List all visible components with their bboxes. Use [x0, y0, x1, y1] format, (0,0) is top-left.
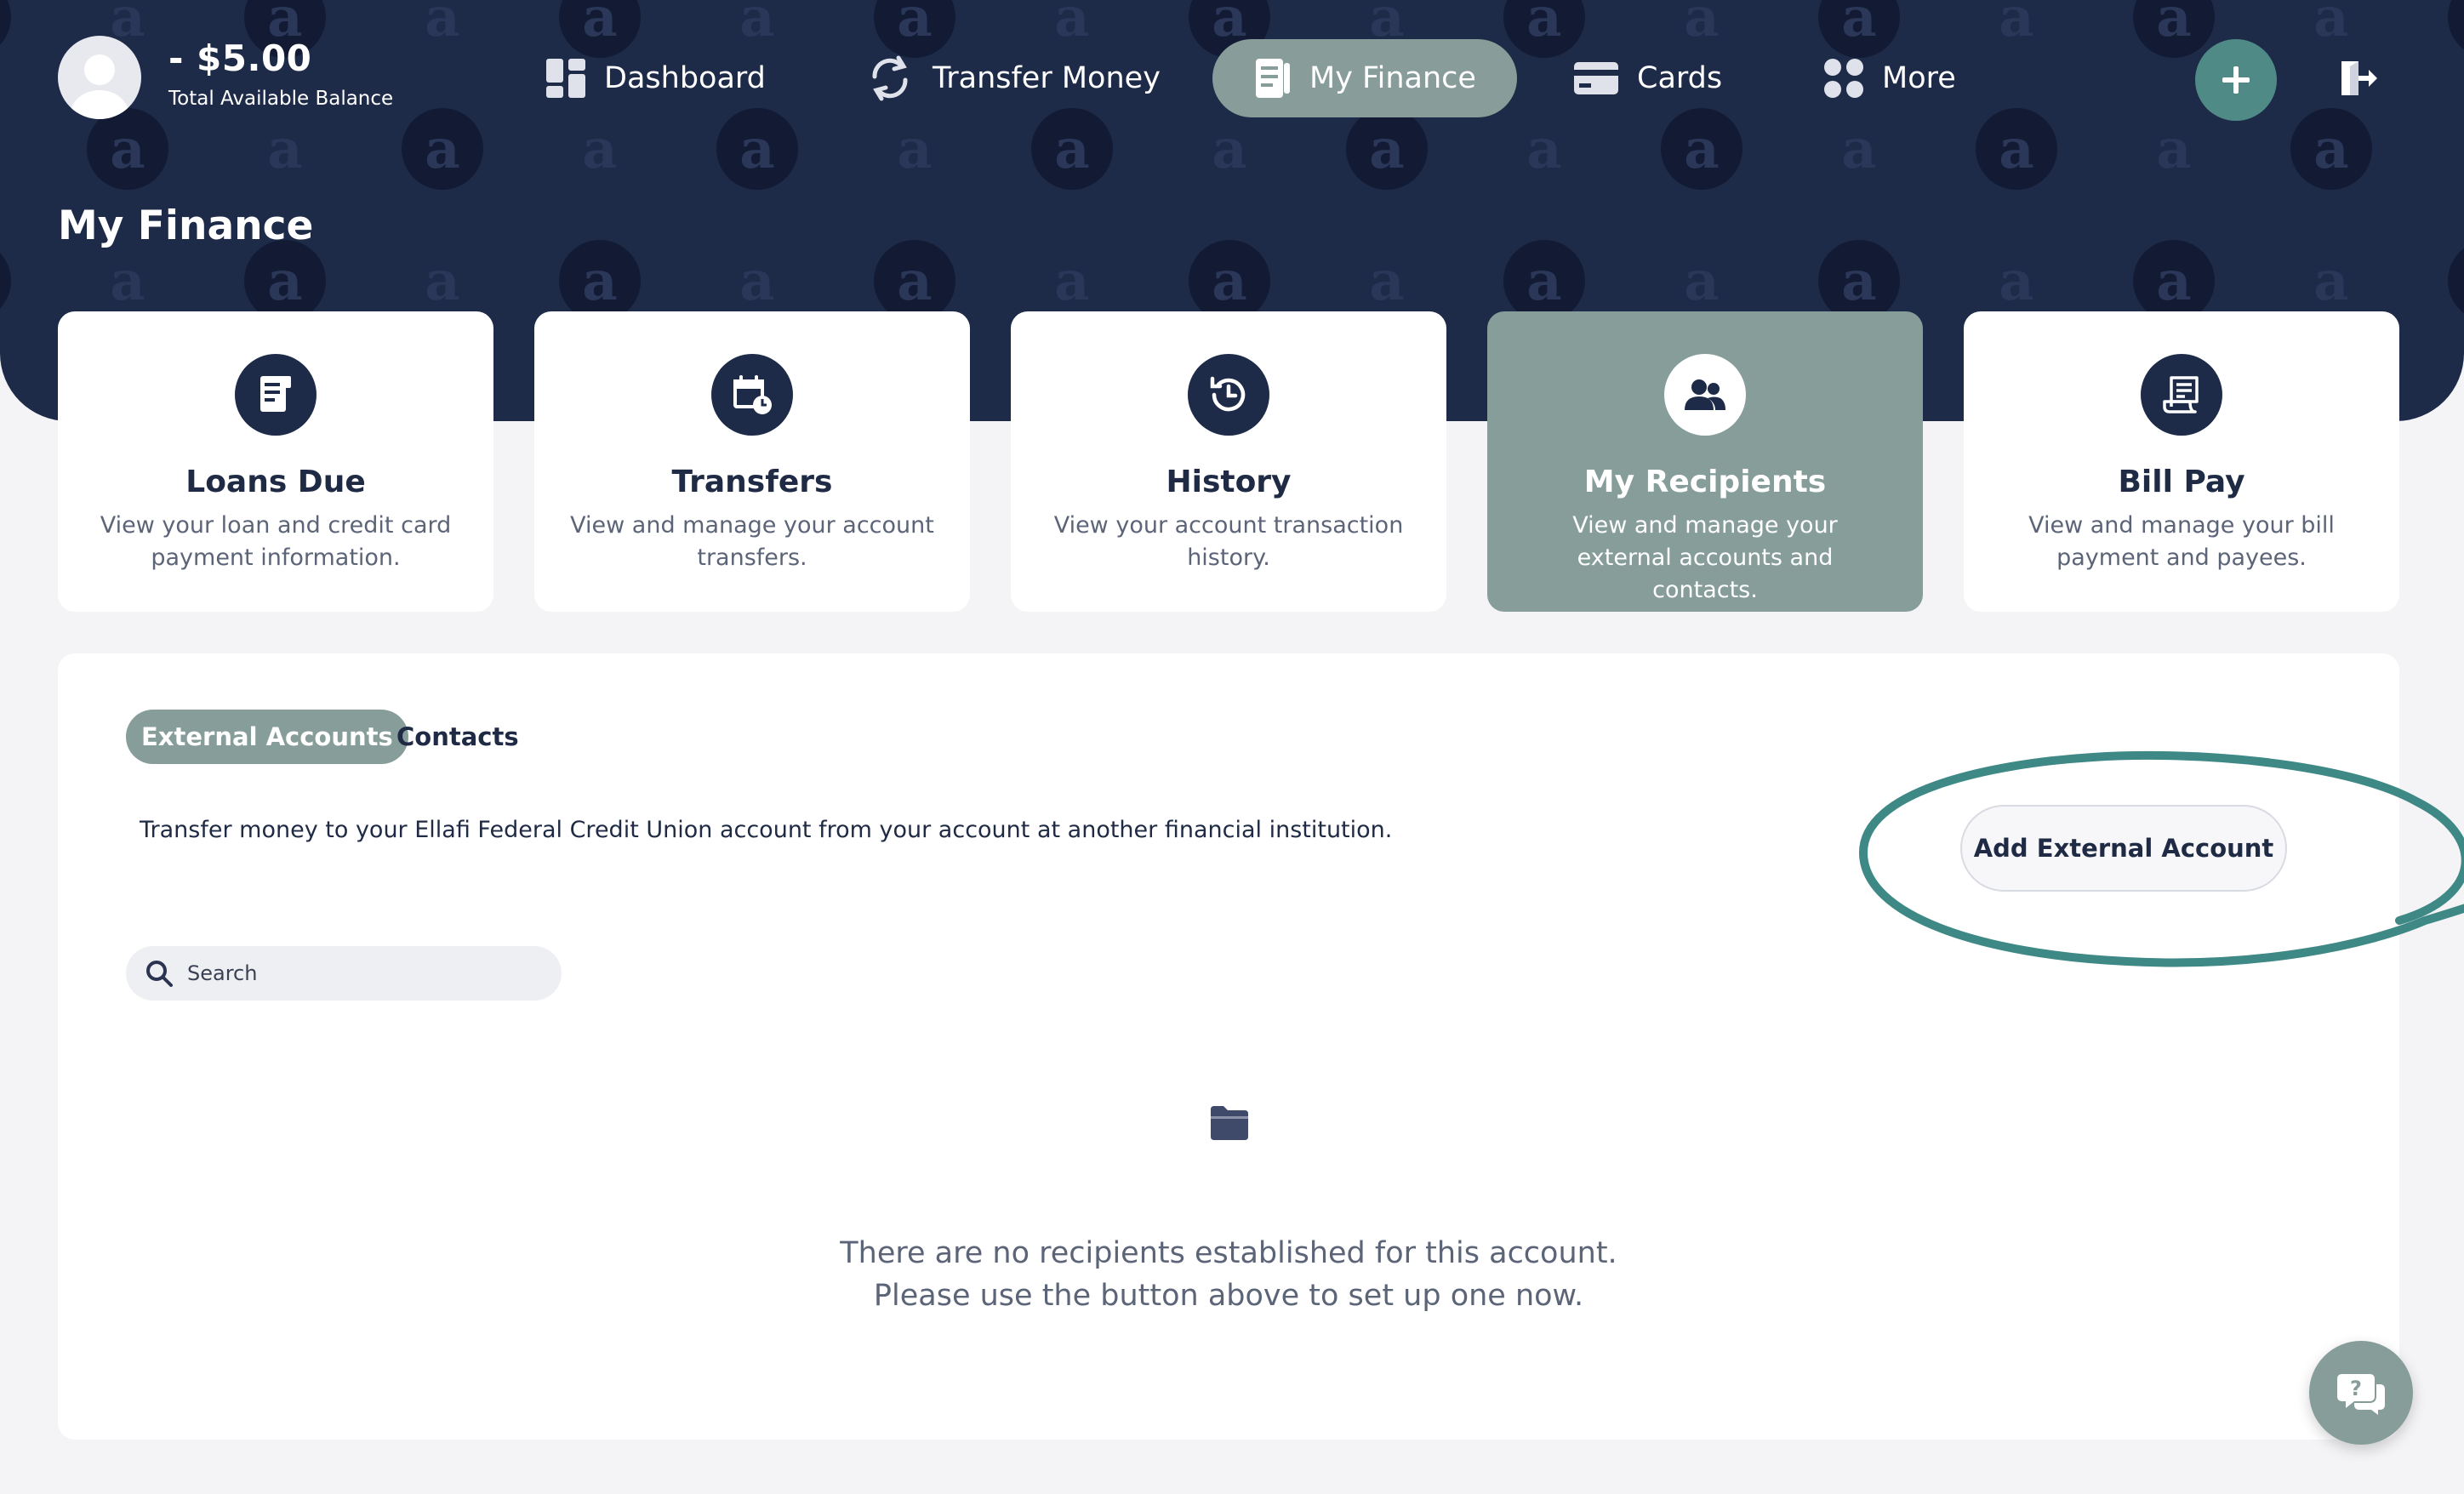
pattern-glyph: a — [2156, 249, 2191, 313]
card-loans-due[interactable]: Loans Due View your loan and credit card… — [58, 311, 493, 612]
nav-cards-label: Cards — [1637, 61, 1723, 95]
nav-more-label: More — [1882, 61, 1956, 95]
logout-icon — [2341, 61, 2377, 95]
search-input[interactable]: Search — [126, 946, 562, 1001]
nav-dashboard-label: Dashboard — [604, 61, 766, 95]
balance-amount: - $5.00 — [168, 37, 312, 79]
search-placeholder: Search — [187, 961, 258, 985]
nav-cards[interactable]: Cards — [1531, 39, 1763, 117]
nav-my-finance[interactable]: My Finance — [1212, 39, 1517, 117]
card-history[interactable]: History View your account transaction hi… — [1011, 311, 1446, 612]
pattern-glyph: a — [110, 249, 145, 313]
card-title: History — [1166, 465, 1292, 499]
card-description: View your loan and credit card payment i… — [100, 512, 452, 571]
pattern-glyph: a — [739, 249, 774, 313]
card-description: View and manage your external accounts a… — [1572, 512, 1838, 603]
pattern-glyph: a — [1369, 249, 1404, 313]
highlight-annotation — [1858, 750, 2464, 967]
card-description: View and manage your bill payment and pa… — [2028, 512, 2335, 571]
balance-label: Total Available Balance — [168, 88, 394, 110]
page-title: My Finance — [58, 202, 314, 249]
empty-state-line-1: There are no recipients established for … — [840, 1236, 1617, 1270]
card-title: Bill Pay — [2118, 465, 2245, 499]
chat-help-icon: ? — [2337, 1374, 2385, 1415]
calendar-clock-icon — [711, 354, 793, 436]
card-my-recipients[interactable]: My Recipients View and manage your exter… — [1487, 311, 1923, 612]
tab-contacts[interactable]: Contacts — [381, 710, 534, 764]
pattern-glyph: a — [425, 249, 459, 313]
pattern-glyph: a — [267, 249, 302, 313]
nav-my-finance-label: My Finance — [1309, 61, 1476, 95]
pattern-glyph: a — [582, 249, 617, 313]
recipients-icon — [1664, 354, 1746, 436]
nav-transfer-money[interactable]: Transfer Money — [824, 39, 1201, 117]
plus-icon — [2222, 66, 2250, 94]
pattern-glyph: a — [2313, 249, 2348, 313]
card-description: View your account transaction history. — [1053, 512, 1404, 571]
avatar[interactable] — [58, 36, 141, 119]
dashboard-icon — [546, 59, 585, 98]
balance-summary: - $5.00 Total Available Balance — [168, 37, 393, 110]
nav-transfer-money-label: Transfer Money — [933, 61, 1161, 95]
add-button[interactable] — [2195, 39, 2277, 121]
folder-icon — [1211, 1106, 1248, 1140]
pattern-glyph: a — [1054, 249, 1089, 313]
history-icon — [1188, 354, 1269, 436]
info-text: Transfer money to your Ellafi Federal Cr… — [140, 817, 1393, 843]
pattern-glyph: a — [897, 249, 932, 313]
pattern-dot — [2448, 248, 2464, 314]
svg-text:?: ? — [2350, 1377, 2362, 1400]
pattern-glyph: a — [1212, 249, 1246, 313]
help-chat-button[interactable]: ? — [2309, 1341, 2413, 1445]
tab-external-accounts[interactable]: External Accounts — [126, 710, 408, 764]
pattern-glyph: a — [1684, 249, 1719, 313]
pattern-glyph: a — [1526, 249, 1561, 313]
card-title: Loans Due — [185, 465, 366, 499]
empty-state-message: There are no recipients established for … — [58, 1232, 2399, 1317]
bill-icon — [2141, 354, 2222, 436]
card-transfers[interactable]: Transfers View and manage your account t… — [534, 311, 970, 612]
loan-icon — [235, 354, 317, 436]
card-bill-pay[interactable]: Bill Pay View and manage your bill payme… — [1964, 311, 2399, 612]
search-icon — [146, 961, 173, 987]
cards-icon — [1574, 62, 1618, 94]
transfer-icon — [872, 55, 908, 101]
more-icon — [1824, 59, 1863, 98]
finance-icon — [1256, 59, 1290, 98]
logout-button[interactable] — [2338, 58, 2379, 102]
card-title: My Recipients — [1583, 465, 1827, 499]
nav-dashboard[interactable]: Dashboard — [504, 39, 807, 117]
pattern-glyph: a — [1999, 249, 2033, 313]
nav-more[interactable]: More — [1782, 39, 1997, 117]
card-description: View and manage your account transfers. — [570, 512, 934, 571]
card-title: Transfers — [671, 465, 833, 499]
empty-state-line-2: Please use the button above to set up on… — [873, 1279, 1584, 1313]
pattern-dot — [0, 253, 11, 309]
pattern-glyph: a — [1841, 249, 1876, 313]
